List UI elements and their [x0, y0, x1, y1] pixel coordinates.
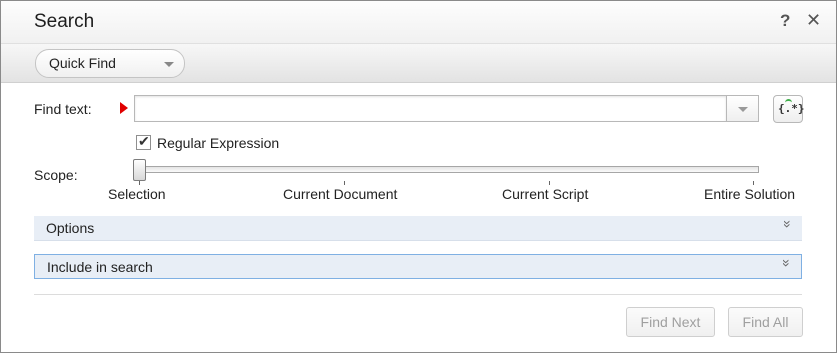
find-next-button[interactable]: Find Next [626, 307, 715, 337]
help-icon[interactable]: ? [780, 11, 790, 31]
regex-builder-glyph: {.*} [778, 102, 805, 115]
scope-option-current-document[interactable]: Current Document [283, 186, 397, 202]
scope-tick [549, 181, 550, 185]
footer-divider [34, 294, 802, 295]
find-all-button[interactable]: Find All [728, 307, 803, 337]
scope-tick [753, 181, 754, 185]
scope-tick [344, 181, 345, 185]
chevron-down-icon [738, 107, 748, 112]
scope-option-current-script[interactable]: Current Script [502, 186, 588, 202]
chevron-down-icon [164, 62, 174, 67]
include-in-search-panel-header[interactable]: Include in search » [34, 254, 802, 279]
double-chevron-down-icon: » [779, 259, 796, 267]
regex-builder-button[interactable]: {.*} [773, 95, 805, 123]
checkmark-icon: ✔ [138, 133, 150, 149]
scope-slider-track[interactable] [134, 166, 759, 173]
double-chevron-down-icon: » [780, 220, 797, 228]
scope-tick [139, 181, 140, 185]
regular-expression-label: Regular Expression [157, 135, 280, 151]
options-panel-header[interactable]: Options » [34, 216, 802, 241]
toolbar: Quick Find [1, 43, 836, 83]
search-dialog: Search ? ✕ Quick Find [0, 0, 837, 353]
required-marker-icon [120, 102, 128, 114]
options-panel-label: Options [46, 220, 95, 236]
regular-expression-checkbox[interactable]: ✔ [136, 133, 151, 150]
search-mode-value: Quick Find [49, 55, 116, 71]
title-bar: Search ? ✕ [1, 1, 836, 43]
scope-label: Scope: [34, 167, 78, 183]
find-text-input[interactable] [134, 95, 726, 122]
search-mode-dropdown[interactable]: Quick Find [35, 49, 185, 78]
scope-option-entire-solution[interactable]: Entire Solution [704, 186, 795, 202]
include-in-search-label: Include in search [47, 259, 153, 275]
find-text-label: Find text: [34, 101, 92, 117]
scope-option-selection[interactable]: Selection [108, 186, 166, 202]
find-history-dropdown[interactable] [726, 95, 759, 122]
close-icon[interactable]: ✕ [806, 10, 821, 31]
scope-slider-thumb[interactable] [133, 159, 146, 181]
dialog-title: Search [34, 11, 95, 32]
